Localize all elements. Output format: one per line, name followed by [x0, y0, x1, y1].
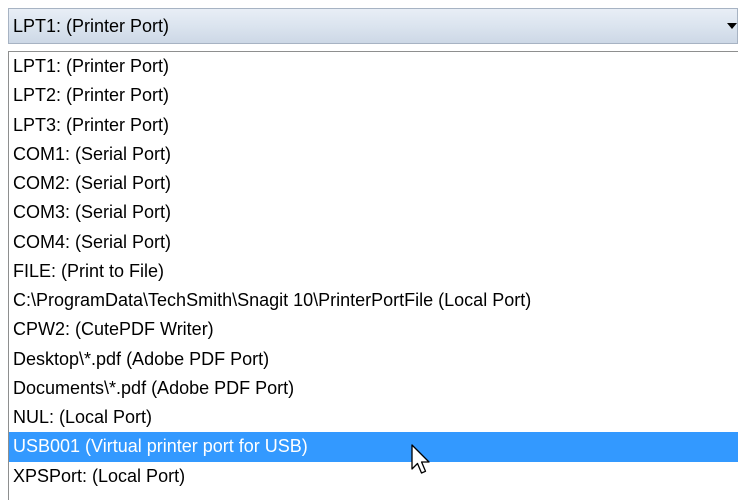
port-dropdown-value: LPT1: (Printer Port): [13, 16, 170, 36]
list-item[interactable]: LPT1: (Printer Port): [9, 52, 738, 81]
port-dropdown-list[interactable]: LPT1: (Printer Port) LPT2: (Printer Port…: [8, 51, 738, 500]
list-item[interactable]: LPT3: (Printer Port): [9, 111, 738, 140]
list-item[interactable]: LPT2: (Printer Port): [9, 81, 738, 110]
dropdown-arrow-icon[interactable]: [727, 23, 737, 29]
list-item[interactable]: COM2: (Serial Port): [9, 169, 738, 198]
list-item[interactable]: COM4: (Serial Port): [9, 228, 738, 257]
list-item-selected[interactable]: USB001 (Virtual printer port for USB): [9, 432, 738, 462]
list-item[interactable]: NUL: (Local Port): [9, 403, 738, 432]
list-item[interactable]: CPW2: (CutePDF Writer): [9, 315, 738, 344]
list-item[interactable]: FILE: (Print to File): [9, 257, 738, 286]
list-item[interactable]: C:\ProgramData\TechSmith\Snagit 10\Print…: [9, 286, 738, 315]
list-item[interactable]: Documents\*.pdf (Adobe PDF Port): [9, 374, 738, 403]
mouse-pointer-icon: [411, 444, 430, 474]
port-dropdown[interactable]: LPT1: (Printer Port): [8, 8, 738, 44]
list-item[interactable]: Desktop\*.pdf (Adobe PDF Port): [9, 345, 738, 374]
list-item[interactable]: XPSPort: (Local Port): [9, 462, 738, 491]
list-item[interactable]: COM3: (Serial Port): [9, 198, 738, 227]
list-item[interactable]: COM1: (Serial Port): [9, 140, 738, 169]
